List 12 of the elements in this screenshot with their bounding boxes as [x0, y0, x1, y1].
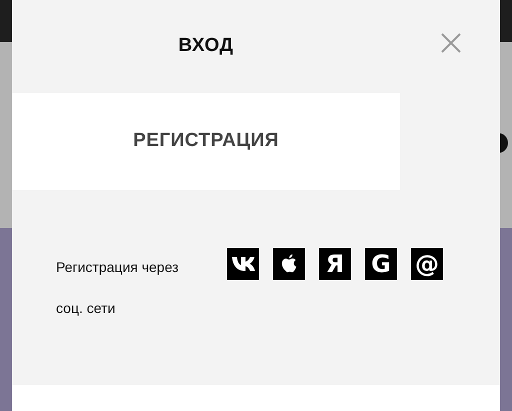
apple-login-button[interactable]: [273, 248, 305, 280]
vk-login-button[interactable]: [227, 248, 259, 280]
close-icon: [440, 32, 462, 54]
social-login-button[interactable]: G: [365, 248, 397, 280]
tab[interactable]: ВХОД: [12, 0, 400, 93]
close-button[interactable]: [440, 32, 462, 54]
apple-logo-icon: [280, 253, 298, 275]
social-login-button[interactable]: Я: [319, 248, 351, 280]
tab[interactable]: РЕГИСТРАЦИЯ: [12, 93, 400, 190]
vk-logo-icon: [231, 256, 255, 272]
social-login-button[interactable]: @: [411, 248, 443, 280]
social-signup-label: Регистрация через соц. сети: [56, 258, 180, 318]
